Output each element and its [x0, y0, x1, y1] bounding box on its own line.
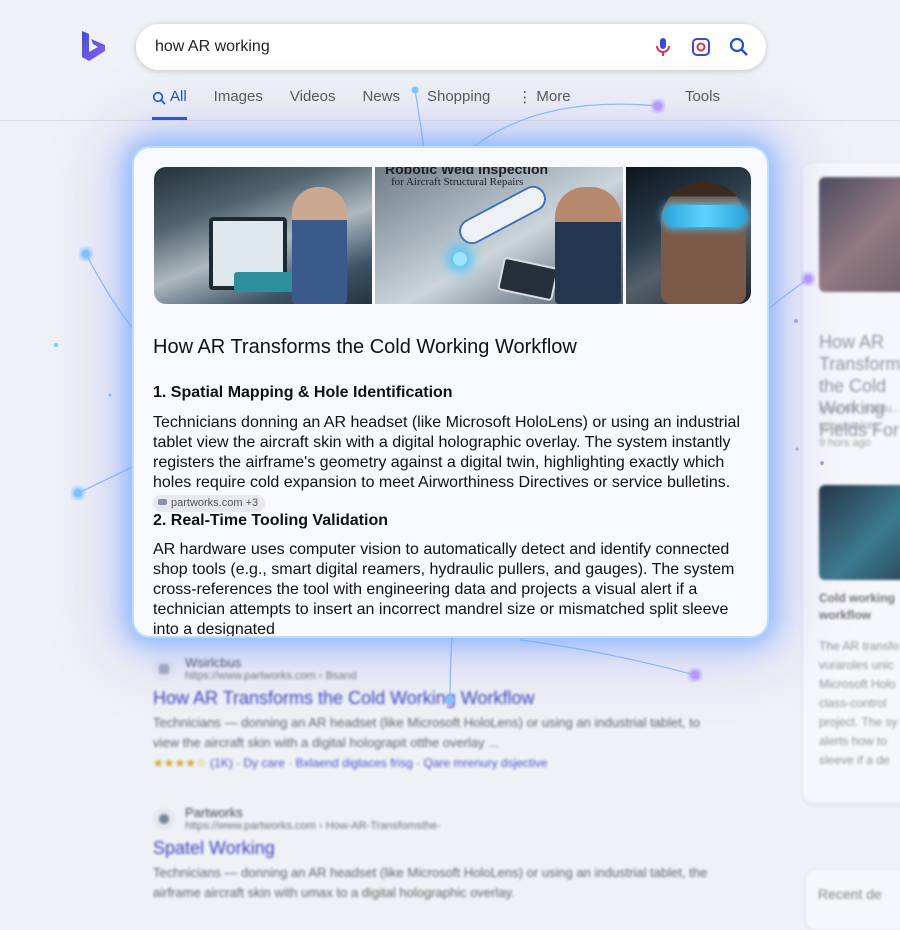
- section-text: AR hardware uses computer vision to auto…: [153, 540, 751, 636]
- sidebar-panel-2: Recent de: [806, 870, 900, 930]
- rating-stars: ★★★★☆: [153, 756, 207, 770]
- ar-visor-illustration: [664, 205, 746, 227]
- site-favicon-icon: [153, 807, 175, 830]
- section-body: AR hardware uses computer vision to auto…: [153, 541, 735, 636]
- image-gallery: Robotic Weld Inspection for Aircraft Str…: [154, 167, 751, 304]
- answer-title: How AR Transforms the Cold Working Workf…: [153, 336, 577, 358]
- sidebar-image[interactable]: [819, 485, 900, 580]
- sidebar-panel: How AR Transforms the Cold Working Field…: [803, 163, 900, 803]
- result-meta: ★★★★☆ (1K) · Dy care · Bxlaend digtaces …: [153, 756, 713, 770]
- site-url: https://www.partworks.com › Bsand: [185, 670, 357, 682]
- site-url: https://www.partworks.com › How-AR-Trans…: [185, 820, 441, 832]
- site-name: Wsirlcbus: [185, 655, 242, 670]
- result-meta-text[interactable]: (1K) · Dy care · Bxlaend digtaces frisg …: [210, 756, 547, 770]
- site-favicon-icon: [153, 657, 175, 680]
- site-name: Partworks: [185, 805, 243, 820]
- gallery-image-robotic-weld[interactable]: Robotic Weld Inspection for Aircraft Str…: [375, 167, 623, 304]
- tablet-illustration: [497, 256, 559, 302]
- result-source[interactable]: Partworks https://www.partworks.com › Ho…: [153, 805, 713, 832]
- citation-label: partworks.com +3: [171, 497, 259, 509]
- robot-arm-illustration: [454, 181, 551, 249]
- result-snippet: Technicians — donning an AR headset (lik…: [153, 865, 708, 900]
- sidebar-subtitle: How AR subdu... suoeiatelotu 9 hors ago: [819, 403, 900, 449]
- sidebar-card-heading[interactable]: Cold working workflow: [819, 590, 900, 624]
- technician-illustration: [292, 187, 347, 304]
- sidebar-card-text: The AR transfo vuraroles unic Microsoft …: [819, 639, 900, 767]
- weld-spark-illustration: [453, 252, 467, 266]
- worker-illustration: [555, 187, 621, 304]
- sidebar-image[interactable]: [819, 177, 900, 292]
- result-title-link[interactable]: Spatel Working: [153, 838, 713, 859]
- gallery-image-ar-technicians[interactable]: [154, 167, 372, 304]
- ai-answer-card: Robotic Weld Inspection for Aircraft Str…: [134, 148, 767, 636]
- result-title-link[interactable]: How AR Transforms the Cold Working Workf…: [153, 688, 713, 709]
- link-icon: [158, 499, 167, 505]
- section-text: Technicians donning an AR headset (like …: [153, 413, 751, 513]
- section-body: Technicians donning an AR headset (like …: [153, 414, 740, 491]
- section-heading: 1. Spatial Mapping & Hole Identification: [153, 384, 453, 401]
- citation-chip[interactable]: partworks.com +3: [153, 495, 266, 512]
- result-source[interactable]: Wsirlcbus https://www.partworks.com › Bs…: [153, 655, 713, 682]
- result-snippet: Technicians — donning an AR headset (lik…: [153, 715, 701, 750]
- search-result: Partworks https://www.partworks.com › Ho…: [153, 805, 713, 903]
- section-heading: 2. Real-Time Tooling Validation: [153, 512, 388, 529]
- person-illustration: [661, 182, 746, 304]
- image-caption-subtitle: for Aircraft Structural Repairs: [391, 176, 524, 188]
- gallery-image-ar-headset[interactable]: [626, 167, 751, 304]
- search-result: Wsirlcbus https://www.partworks.com › Bs…: [153, 655, 713, 770]
